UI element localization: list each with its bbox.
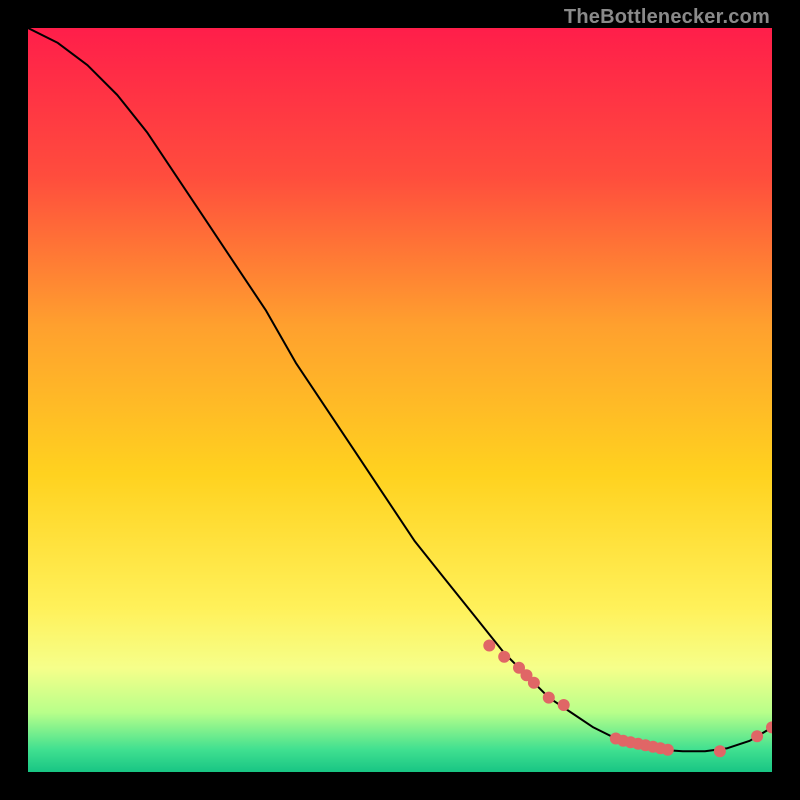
marker-point [558, 699, 570, 711]
marker-point [751, 730, 763, 742]
marker-point [498, 651, 510, 663]
gradient-rect [28, 28, 772, 772]
frame: TheBottlenecker.com [0, 0, 800, 800]
plot-area [28, 28, 772, 772]
marker-point [662, 744, 674, 756]
marker-point [714, 745, 726, 757]
marker-point [483, 640, 495, 652]
watermark-text: TheBottlenecker.com [564, 6, 770, 29]
marker-point [543, 692, 555, 704]
chart-svg [28, 28, 772, 772]
marker-point [528, 677, 540, 689]
